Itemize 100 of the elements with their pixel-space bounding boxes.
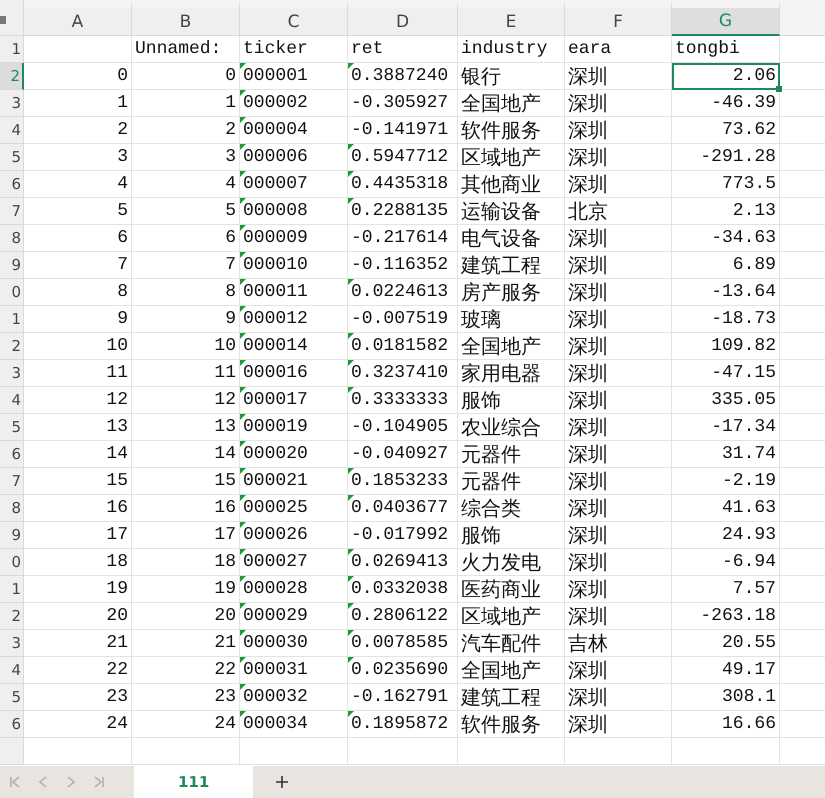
- table-cell[interactable]: 17: [24, 522, 132, 549]
- table-cell[interactable]: 18: [132, 549, 240, 576]
- table-cell[interactable]: 000017: [240, 387, 348, 414]
- table-cell[interactable]: 深圳: [565, 711, 672, 738]
- table-cell[interactable]: [24, 738, 132, 765]
- table-cell[interactable]: 建筑工程: [458, 252, 565, 279]
- table-cell[interactable]: 20: [24, 603, 132, 630]
- table-cell[interactable]: 16: [132, 495, 240, 522]
- table-cell[interactable]: -0.305927: [348, 90, 458, 117]
- table-cell[interactable]: 0.0235690: [348, 657, 458, 684]
- table-cell[interactable]: 深圳: [565, 279, 672, 306]
- column-header[interactable]: C: [240, 0, 348, 36]
- table-cell[interactable]: 深圳: [565, 360, 672, 387]
- table-cell[interactable]: 深圳: [565, 306, 672, 333]
- table-cell[interactable]: 银行: [458, 63, 565, 90]
- table-cell[interactable]: 8: [132, 279, 240, 306]
- table-cell[interactable]: 18: [24, 549, 132, 576]
- table-cell[interactable]: 17: [132, 522, 240, 549]
- row-header[interactable]: 0: [0, 279, 24, 306]
- table-cell[interactable]: 19: [24, 576, 132, 603]
- table-cell[interactable]: 区域地产: [458, 603, 565, 630]
- table-cell[interactable]: 12: [132, 387, 240, 414]
- table-cell[interactable]: -0.162791: [348, 684, 458, 711]
- table-cell[interactable]: 000028: [240, 576, 348, 603]
- table-cell[interactable]: 000031: [240, 657, 348, 684]
- table-cell[interactable]: 0.3887240: [348, 63, 458, 90]
- table-cell[interactable]: 000030: [240, 630, 348, 657]
- table-cell[interactable]: 深圳: [565, 171, 672, 198]
- table-cell[interactable]: 综合类: [458, 495, 565, 522]
- table-cell[interactable]: 电气设备: [458, 225, 565, 252]
- table-cell[interactable]: 0.1895872: [348, 711, 458, 738]
- table-cell[interactable]: 深圳: [565, 603, 672, 630]
- row-header[interactable]: 3: [0, 630, 24, 657]
- table-cell[interactable]: 14: [132, 441, 240, 468]
- table-cell[interactable]: 16: [24, 495, 132, 522]
- table-cell[interactable]: 2: [24, 117, 132, 144]
- table-cell[interactable]: 0: [132, 63, 240, 90]
- row-header[interactable]: 1: [0, 576, 24, 603]
- table-cell[interactable]: [458, 738, 565, 765]
- column-header[interactable]: B: [132, 0, 240, 36]
- table-cell[interactable]: 4: [24, 171, 132, 198]
- table-cell[interactable]: 元器件: [458, 441, 565, 468]
- fill-handle[interactable]: [776, 86, 782, 92]
- table-cell[interactable]: -0.104905: [348, 414, 458, 441]
- table-cell[interactable]: -0.116352: [348, 252, 458, 279]
- table-cell[interactable]: 0.3237410: [348, 360, 458, 387]
- table-cell[interactable]: 深圳: [565, 90, 672, 117]
- table-cell[interactable]: 深圳: [565, 522, 672, 549]
- table-cell[interactable]: [565, 738, 672, 765]
- table-cell[interactable]: 2.06: [672, 63, 780, 90]
- table-cell[interactable]: 7: [24, 252, 132, 279]
- table-cell[interactable]: 0.0224613: [348, 279, 458, 306]
- table-cell[interactable]: 农业综合: [458, 414, 565, 441]
- table-cell[interactable]: 0.3333333: [348, 387, 458, 414]
- table-cell[interactable]: Unnamed:: [132, 36, 240, 63]
- table-cell[interactable]: 15: [132, 468, 240, 495]
- row-header[interactable]: 5: [0, 684, 24, 711]
- table-cell[interactable]: 11: [24, 360, 132, 387]
- table-cell[interactable]: 汽车配件: [458, 630, 565, 657]
- select-all-icon[interactable]: [0, 16, 6, 24]
- table-cell[interactable]: 0.2288135: [348, 198, 458, 225]
- table-cell[interactable]: 深圳: [565, 414, 672, 441]
- table-cell[interactable]: 吉林: [565, 630, 672, 657]
- row-header[interactable]: 8: [0, 225, 24, 252]
- row-header[interactable]: 7: [0, 468, 24, 495]
- table-cell[interactable]: 火力发电: [458, 549, 565, 576]
- row-header[interactable]: 8: [0, 495, 24, 522]
- table-cell[interactable]: 23: [132, 684, 240, 711]
- table-cell[interactable]: 24: [24, 711, 132, 738]
- table-cell[interactable]: 000025: [240, 495, 348, 522]
- table-cell[interactable]: 1: [24, 90, 132, 117]
- table-cell[interactable]: [132, 738, 240, 765]
- table-cell[interactable]: 深圳: [565, 117, 672, 144]
- row-header[interactable]: 4: [0, 387, 24, 414]
- column-header[interactable]: F: [565, 0, 672, 36]
- column-header[interactable]: A: [24, 0, 132, 36]
- table-cell[interactable]: 深圳: [565, 684, 672, 711]
- row-header[interactable]: 6: [0, 441, 24, 468]
- table-cell[interactable]: 深圳: [565, 225, 672, 252]
- table-cell[interactable]: 000027: [240, 549, 348, 576]
- row-header[interactable]: [0, 738, 24, 765]
- column-header[interactable]: E: [458, 0, 565, 36]
- table-cell[interactable]: 其他商业: [458, 171, 565, 198]
- table-cell[interactable]: 21: [24, 630, 132, 657]
- table-cell[interactable]: 000001: [240, 63, 348, 90]
- table-cell[interactable]: ret: [348, 36, 458, 63]
- table-cell[interactable]: 000016: [240, 360, 348, 387]
- table-cell[interactable]: -0.217614: [348, 225, 458, 252]
- table-cell[interactable]: industry: [458, 36, 565, 63]
- table-cell[interactable]: 深圳: [565, 144, 672, 171]
- table-cell[interactable]: 000007: [240, 171, 348, 198]
- table-cell[interactable]: 4: [132, 171, 240, 198]
- table-cell[interactable]: 深圳: [565, 387, 672, 414]
- table-cell[interactable]: 软件服务: [458, 711, 565, 738]
- row-header[interactable]: 5: [0, 414, 24, 441]
- table-cell[interactable]: 深圳: [565, 63, 672, 90]
- table-cell[interactable]: 9: [132, 306, 240, 333]
- table-cell[interactable]: 医药商业: [458, 576, 565, 603]
- table-cell[interactable]: ticker: [240, 36, 348, 63]
- row-header[interactable]: 1: [0, 36, 24, 63]
